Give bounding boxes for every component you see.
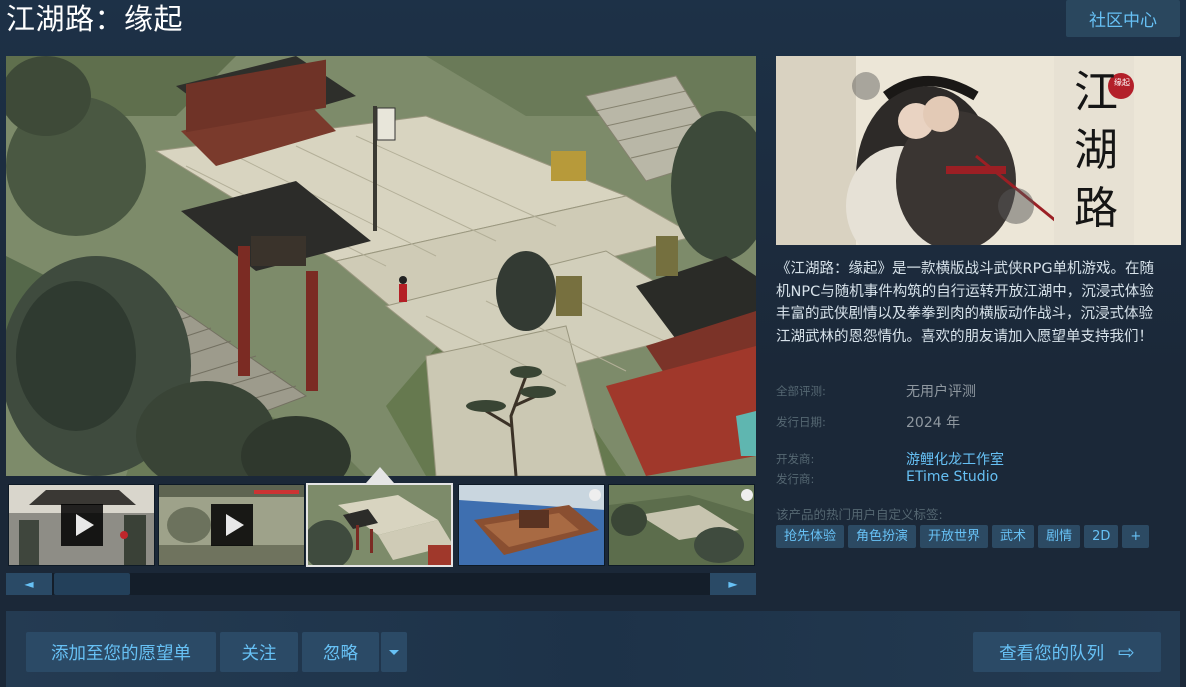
scrollbar-handle[interactable] <box>54 573 130 595</box>
publisher-label: 发行商: <box>776 472 815 486</box>
page-title: 江湖路：缘起 <box>6 2 184 36</box>
logo-char: 江 <box>1074 67 1118 118</box>
developer-link[interactable]: 游鲤化龙工作室 <box>906 449 1004 469</box>
tag-item[interactable]: 武术 <box>992 525 1035 548</box>
scroll-right-button[interactable]: ► <box>710 573 756 595</box>
arrow-right-icon: ► <box>728 577 738 591</box>
play-icon <box>211 504 253 546</box>
view-queue-button[interactable]: 查看您的队列 ⇨ <box>973 632 1161 672</box>
thumbnail-strip <box>6 483 756 567</box>
publisher-link[interactable]: ETime Studio <box>906 469 998 485</box>
reviews-value: 无用户评测 <box>906 384 976 400</box>
header-capsule-image: 缘起 江 湖 路 <box>776 56 1181 245</box>
logo-char: 路 <box>1074 183 1118 234</box>
game-description: 《江湖路：缘起》是一款横版战斗武侠RPG单机游戏。在随机NPC与随机事件构筑的自… <box>776 261 1155 345</box>
add-tag-button[interactable]: + <box>1122 525 1150 548</box>
reviews-label: 全部评测: <box>776 384 826 398</box>
release-date-label: 发行日期: <box>776 415 826 429</box>
logo-char: 湖 <box>1074 125 1118 176</box>
tag-item[interactable]: 剧情 <box>1038 525 1081 548</box>
thumbnail-image <box>609 485 754 565</box>
game-scene-image <box>6 56 756 476</box>
tag-item[interactable]: 角色扮演 <box>848 525 917 548</box>
thumbnail-screenshot-4[interactable] <box>458 484 605 566</box>
add-to-wishlist-button[interactable]: 添加至您的愿望单 <box>26 632 216 672</box>
view-queue-label: 查看您的队列 <box>999 643 1105 664</box>
follow-button[interactable]: 关注 <box>220 632 298 672</box>
tag-item[interactable]: 抢先体验 <box>776 525 845 548</box>
thumbnail-image <box>459 485 604 565</box>
tags-list: 抢先体验 角色扮演 开放世界 武术 剧情 2D + <box>776 525 1150 548</box>
community-hub-button[interactable]: 社区中心 <box>1066 0 1180 37</box>
selected-thumbnail-indicator <box>366 467 394 483</box>
developer-label: 开发商: <box>776 452 815 466</box>
release-date-value: 2024 年 <box>906 415 961 431</box>
thumbnail-screenshot-3[interactable] <box>306 483 453 567</box>
tag-item[interactable]: 开放世界 <box>920 525 989 548</box>
ignore-dropdown-button[interactable] <box>381 632 407 672</box>
tags-label: 该产品的热门用户自定义标签: <box>776 507 943 522</box>
tag-item[interactable]: 2D <box>1084 525 1119 548</box>
play-icon <box>61 504 103 546</box>
thumbnail-screenshot-5[interactable] <box>608 484 755 566</box>
arrow-right-icon: ⇨ <box>1118 640 1135 664</box>
game-logo: 江 湖 路 <box>1066 64 1126 238</box>
ignore-button[interactable]: 忽略 <box>302 632 379 672</box>
thumbnail-video-1[interactable] <box>8 484 155 566</box>
arrow-left-icon: ◄ <box>24 577 34 591</box>
scroll-left-button[interactable]: ◄ <box>6 573 52 595</box>
thumbnail-video-2[interactable] <box>158 484 305 566</box>
main-screenshot[interactable] <box>6 56 756 476</box>
thumbnail-image <box>308 485 451 565</box>
